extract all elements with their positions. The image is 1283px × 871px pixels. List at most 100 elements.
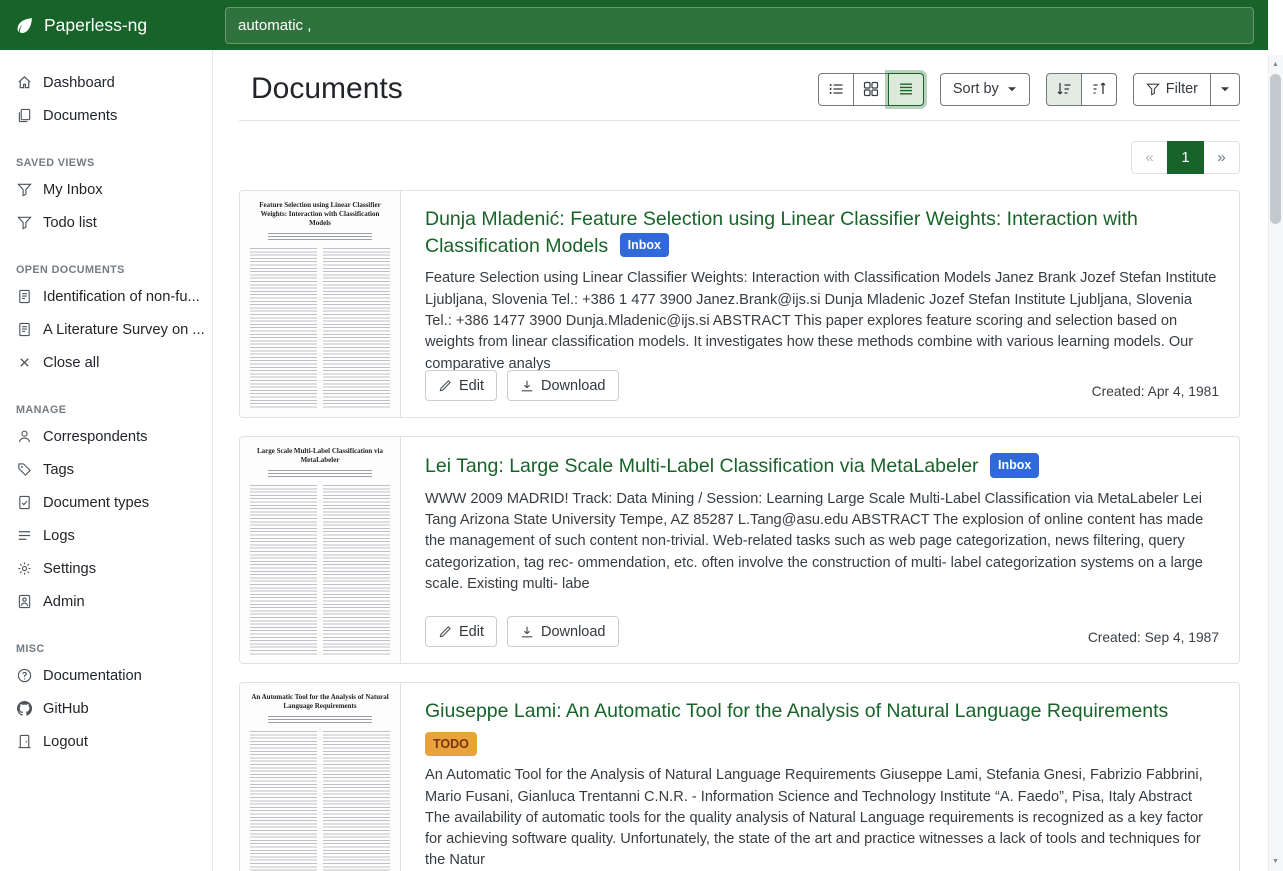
sidebar-item-tags[interactable]: Tags xyxy=(0,453,213,486)
search-bar xyxy=(213,0,1268,50)
sidebar-item-label: Tags xyxy=(43,462,74,478)
document-excerpt: WWW 2009 MADRID! Track: Data Mining / Se… xyxy=(425,489,1219,595)
sidebar-item-documentation[interactable]: Documentation xyxy=(0,659,213,692)
tag-badge-inbox[interactable]: Inbox xyxy=(990,453,1039,478)
view-details-button[interactable] xyxy=(888,73,924,106)
sidebar-item-label: Documentation xyxy=(43,668,142,684)
house-icon xyxy=(16,75,33,90)
sidebar-item-label: Identification of non-fu... xyxy=(43,289,200,305)
page-scrollbar[interactable]: ▲ ▼ xyxy=(1268,0,1283,871)
sidebar-item-my-inbox[interactable]: My Inbox xyxy=(0,173,213,206)
sort-descending-button[interactable] xyxy=(1046,73,1082,106)
pagination-prev-button[interactable]: « xyxy=(1131,141,1168,174)
sidebar-item-close-all[interactable]: Close all xyxy=(0,346,213,379)
main-content: Documents Sort by xyxy=(213,50,1268,871)
document-card-body: Dunja Mladenić: Feature Selection using … xyxy=(401,191,1239,417)
sort-ascending-button[interactable] xyxy=(1081,73,1117,106)
download-button[interactable]: Download xyxy=(507,370,619,401)
sidebar-section-manage: MANAGE xyxy=(16,404,197,416)
edit-button[interactable]: Edit xyxy=(425,370,497,401)
sidebar-item-correspondents[interactable]: Correspondents xyxy=(0,420,213,453)
tag-badge-todo[interactable]: TODO xyxy=(425,732,477,757)
pagination-page-1-button[interactable]: 1 xyxy=(1167,141,1204,174)
sidebar-item-todo-list[interactable]: Todo list xyxy=(0,206,213,239)
document-thumbnail[interactable]: Large Scale Multi-Label Classification v… xyxy=(240,437,401,663)
sidebar: Dashboard Documents SAVED VIEWS My Inbox… xyxy=(0,50,213,871)
filter-group: Filter xyxy=(1133,73,1240,106)
filter-dropdown-toggle[interactable] xyxy=(1210,73,1240,106)
sidebar-item-document-types[interactable]: Document types xyxy=(0,486,213,519)
sidebar-section-open-documents: OPEN DOCUMENTS xyxy=(16,264,197,276)
global-search-input[interactable] xyxy=(225,7,1254,44)
sidebar-item-label: Dashboard xyxy=(43,75,115,91)
edit-button[interactable]: Edit xyxy=(425,616,497,647)
sidebar-item-label: Documents xyxy=(43,108,117,124)
filter-button[interactable]: Filter xyxy=(1133,73,1211,106)
sidebar-item-logs[interactable]: Logs xyxy=(0,519,213,552)
sidebar-item-label: Logs xyxy=(43,528,75,544)
document-title-link[interactable]: Lei Tang: Large Scale Multi-Label Classi… xyxy=(425,455,979,477)
sort-by-button[interactable]: Sort by xyxy=(940,73,1030,106)
sidebar-item-settings[interactable]: Settings xyxy=(0,552,213,585)
filter-label: Filter xyxy=(1166,79,1198,99)
pencil-icon xyxy=(438,625,452,639)
thumbnail-authors-lines xyxy=(268,716,372,724)
scroll-up-arrow-icon[interactable]: ▲ xyxy=(1268,57,1283,72)
grid-icon xyxy=(863,81,879,97)
page-title: Documents xyxy=(251,72,403,106)
download-button[interactable]: Download xyxy=(507,616,619,647)
scrollbar-thumb[interactable] xyxy=(1270,74,1281,224)
sidebar-item-dashboard[interactable]: Dashboard xyxy=(0,66,213,99)
sidebar-item-label: Logout xyxy=(43,734,88,750)
download-button-label: Download xyxy=(541,378,606,394)
question-circle-icon xyxy=(16,668,33,683)
document-title-link[interactable]: Giuseppe Lami: An Automatic Tool for the… xyxy=(425,700,1168,722)
document-thumbnail[interactable]: Feature Selection using Linear Classifie… xyxy=(240,191,401,417)
tag-icon xyxy=(16,462,33,477)
document-thumbnail[interactable]: An Automatic Tool for the Analysis of Na… xyxy=(240,683,401,871)
document-card: An Automatic Tool for the Analysis of Na… xyxy=(239,682,1240,871)
sidebar-item-documents[interactable]: Documents xyxy=(0,99,213,132)
view-grid-button[interactable] xyxy=(853,73,889,106)
sidebar-item-github[interactable]: GitHub xyxy=(0,692,213,725)
document-title-link[interactable]: Dunja Mladenić: Feature Selection using … xyxy=(425,208,1138,257)
document-card: Feature Selection using Linear Classifie… xyxy=(239,190,1240,418)
sidebar-item-label: Settings xyxy=(43,561,96,577)
sidebar-item-admin[interactable]: Admin xyxy=(0,585,213,618)
tag-badge-inbox[interactable]: Inbox xyxy=(620,233,669,258)
app-title: Paperless-ng xyxy=(44,15,147,36)
document-card-footer: Edit Download Created: Apr 4, 1981 xyxy=(425,370,1219,401)
edit-button-label: Edit xyxy=(459,378,484,394)
edit-button-label: Edit xyxy=(459,624,484,640)
sidebar-item-label: Document types xyxy=(43,495,149,511)
sidebar-item-label: Admin xyxy=(43,594,85,610)
page-header: Documents Sort by xyxy=(239,72,1240,121)
top-navbar: Paperless-ng xyxy=(0,0,1268,50)
sidebar-item-open-doc-1[interactable]: Identification of non-fu... xyxy=(0,280,213,313)
sidebar-item-label: Todo list xyxy=(43,215,97,231)
funnel-icon xyxy=(1146,82,1160,96)
sort-direction-group xyxy=(1046,73,1117,106)
thumbnail-title: An Automatic Tool for the Analysis of Na… xyxy=(250,693,390,711)
pencil-icon xyxy=(438,379,452,393)
view-list-button[interactable] xyxy=(818,73,854,106)
sidebar-item-label: Correspondents xyxy=(43,429,148,445)
sidebar-item-label: Close all xyxy=(43,355,99,371)
document-card: Large Scale Multi-Label Classification v… xyxy=(239,436,1240,664)
sidebar-item-logout[interactable]: Logout xyxy=(0,725,213,758)
document-card-footer: Edit Download Created: Sep 4, 1987 xyxy=(425,616,1219,647)
document-card-body: Lei Tang: Large Scale Multi-Label Classi… xyxy=(401,437,1239,663)
file-text-icon xyxy=(16,289,33,304)
sidebar-item-open-doc-2[interactable]: A Literature Survey on ... xyxy=(0,313,213,346)
view-switcher xyxy=(818,73,924,106)
app-brand[interactable]: Paperless-ng xyxy=(0,0,213,50)
thumbnail-text-lines xyxy=(250,485,390,655)
pagination-next-button[interactable]: » xyxy=(1203,141,1240,174)
sidebar-item-label: My Inbox xyxy=(43,182,103,198)
sort-up-icon xyxy=(1091,81,1107,97)
document-card-body: Giuseppe Lami: An Automatic Tool for the… xyxy=(401,683,1239,871)
document-list: Feature Selection using Linear Classifie… xyxy=(239,190,1240,871)
scroll-down-arrow-icon[interactable]: ▼ xyxy=(1268,854,1283,869)
person-badge-icon xyxy=(16,594,33,609)
sidebar-item-label: GitHub xyxy=(43,701,89,717)
